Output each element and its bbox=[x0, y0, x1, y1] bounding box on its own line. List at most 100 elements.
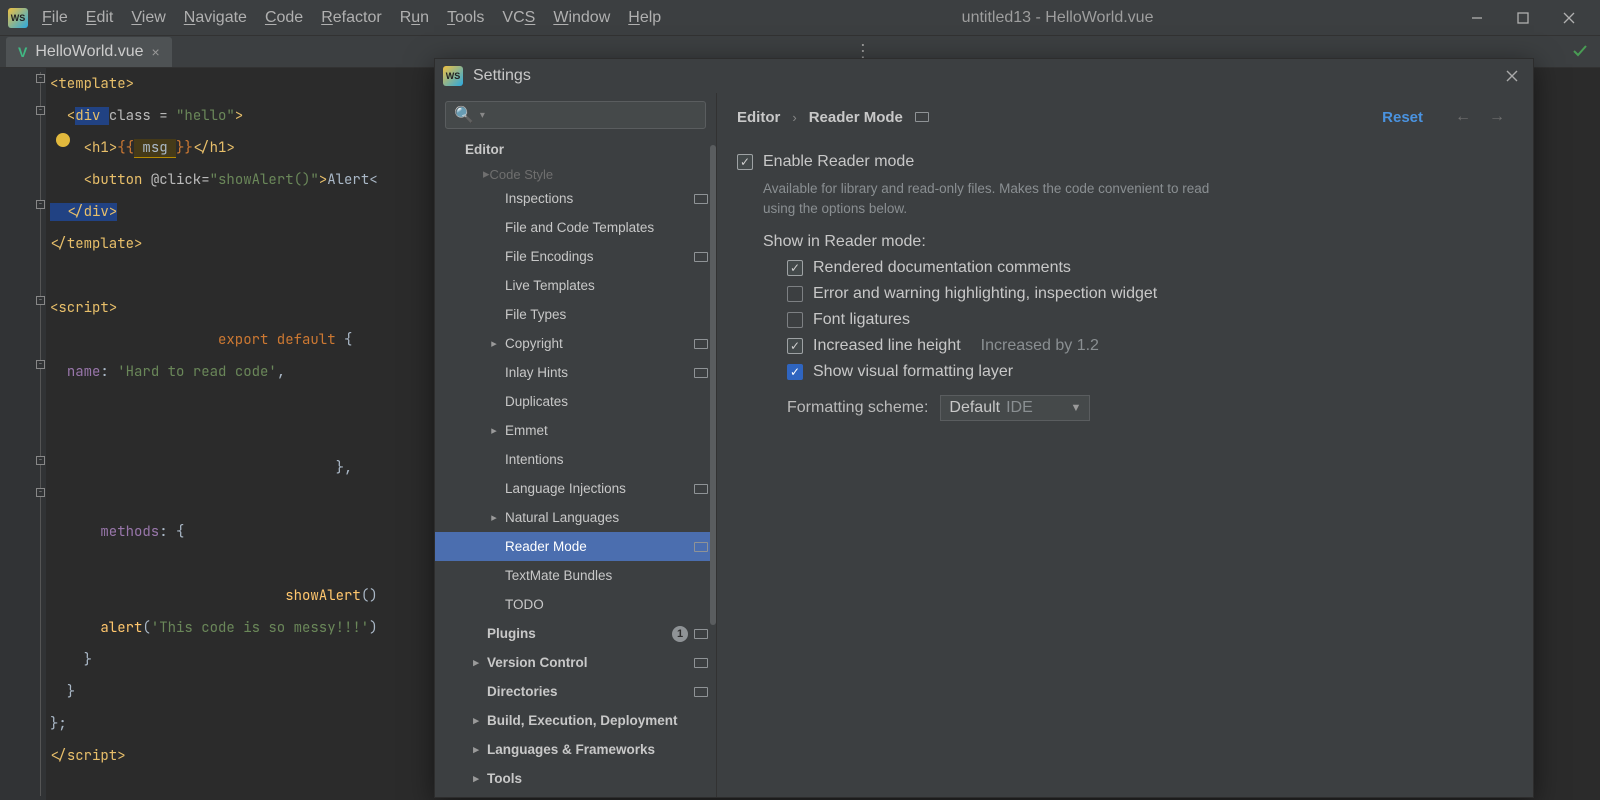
inspection-status[interactable] bbox=[1560, 35, 1600, 67]
tree-item[interactable]: ▸Copyright bbox=[435, 329, 716, 358]
editor-gutter: − − − − − − − bbox=[0, 68, 46, 800]
tree-category[interactable]: ▸Tools bbox=[435, 764, 716, 793]
tree-item[interactable]: File and Code Templates bbox=[435, 213, 716, 242]
rendered-comments-checkbox[interactable] bbox=[787, 260, 803, 276]
tree-category[interactable]: ▸Version Control bbox=[435, 648, 716, 677]
menu-edit[interactable]: Edit bbox=[86, 9, 114, 27]
tree-scrollbar[interactable] bbox=[708, 135, 716, 797]
tree-item[interactable]: File Types bbox=[435, 300, 716, 329]
tree-item[interactable]: Inlay Hints bbox=[435, 358, 716, 387]
enable-reader-mode-checkbox[interactable] bbox=[737, 154, 753, 170]
settings-titlebar: WS Settings bbox=[435, 59, 1533, 93]
close-button[interactable] bbox=[1546, 0, 1592, 36]
reset-button[interactable]: Reset bbox=[1382, 109, 1423, 126]
menu-code[interactable]: Code bbox=[265, 9, 303, 27]
window-controls bbox=[1454, 0, 1592, 36]
breadcrumb-leaf: Reader Mode bbox=[809, 109, 903, 126]
menu-window[interactable]: Window bbox=[553, 9, 610, 27]
scheme-value: Default bbox=[949, 399, 1000, 417]
scope-badge-icon bbox=[694, 339, 708, 349]
menu-view[interactable]: View bbox=[131, 9, 165, 27]
fold-toggle[interactable]: − bbox=[36, 106, 45, 115]
menu-navigate[interactable]: Navigate bbox=[184, 9, 247, 27]
tree-item-label: Build, Execution, Deployment bbox=[487, 713, 708, 728]
tree-category[interactable]: Plugins1 bbox=[435, 619, 716, 648]
fold-toggle[interactable]: − bbox=[36, 456, 45, 465]
menu-tools[interactable]: Tools bbox=[447, 9, 484, 27]
window-title: untitled13 - HelloWorld.vue bbox=[661, 9, 1454, 27]
settings-tree[interactable]: Editor ▸Code Style InspectionsFile and C… bbox=[435, 135, 716, 797]
settings-search-input[interactable]: 🔍 ▾ bbox=[445, 101, 706, 129]
tree-item[interactable]: TextMate Bundles bbox=[435, 561, 716, 590]
tree-item[interactable]: TODO bbox=[435, 590, 716, 619]
fold-toggle[interactable]: − bbox=[36, 360, 45, 369]
tree-item[interactable]: ▸Emmet bbox=[435, 416, 716, 445]
fold-toggle[interactable]: − bbox=[36, 488, 45, 497]
scheme-select[interactable]: Default IDE ▼ bbox=[940, 395, 1090, 421]
tree-item[interactable]: Reader Mode bbox=[435, 532, 716, 561]
visual-formatting-checkbox[interactable] bbox=[787, 364, 803, 380]
settings-content-panel: Editor › Reader Mode Reset ← → Enable Re… bbox=[717, 93, 1533, 797]
fold-toggle[interactable]: − bbox=[36, 200, 45, 209]
tree-item[interactable]: Inspections bbox=[435, 184, 716, 213]
tree-item[interactable]: Intentions bbox=[435, 445, 716, 474]
settings-close-button[interactable] bbox=[1499, 63, 1525, 89]
menu-file[interactable]: File bbox=[42, 9, 68, 27]
tree-item[interactable]: File Encodings bbox=[435, 242, 716, 271]
enable-reader-mode-row: Enable Reader mode bbox=[737, 153, 1505, 171]
tree-item-label: Inspections bbox=[505, 191, 694, 206]
file-tab[interactable]: V HelloWorld.vue × bbox=[6, 37, 172, 67]
tree-item-label: Reader Mode bbox=[505, 539, 694, 554]
visual-formatting-label: Show visual formatting layer bbox=[813, 363, 1013, 381]
show-in-reader-label: Show in Reader mode: bbox=[763, 233, 1505, 251]
breadcrumb-root[interactable]: Editor bbox=[737, 109, 780, 126]
tree-item-label: Duplicates bbox=[505, 394, 708, 409]
maximize-button[interactable] bbox=[1500, 0, 1546, 36]
menu-refactor[interactable]: Refactor bbox=[321, 9, 381, 27]
tree-item-label: Version Control bbox=[487, 655, 694, 670]
tree-item-label: Inlay Hints bbox=[505, 365, 694, 380]
close-icon bbox=[1506, 70, 1518, 82]
menu-help[interactable]: Help bbox=[628, 9, 661, 27]
scope-badge-icon bbox=[694, 687, 708, 697]
menu-vcs[interactable]: VCS bbox=[502, 9, 535, 27]
checkmark-icon bbox=[1572, 43, 1588, 59]
chevron-right-icon: ▸ bbox=[483, 337, 505, 350]
tree-category-editor[interactable]: Editor bbox=[435, 135, 716, 164]
forward-arrow-icon[interactable]: → bbox=[1489, 108, 1505, 126]
chevron-right-icon: ▸ bbox=[465, 656, 487, 669]
tree-item[interactable]: Live Templates bbox=[435, 271, 716, 300]
enable-reader-mode-label: Enable Reader mode bbox=[763, 153, 914, 171]
scope-badge-icon bbox=[694, 629, 708, 639]
chevron-right-icon: ▸ bbox=[465, 714, 487, 727]
count-badge: 1 bbox=[672, 626, 688, 642]
tab-close-icon[interactable]: × bbox=[152, 44, 160, 60]
back-arrow-icon[interactable]: ← bbox=[1455, 108, 1471, 126]
menu-run[interactable]: Run bbox=[400, 9, 429, 27]
search-icon: 🔍 bbox=[454, 105, 474, 125]
tree-item-label: Live Templates bbox=[505, 278, 708, 293]
fold-toggle[interactable]: − bbox=[36, 74, 45, 83]
tree-item[interactable]: Duplicates bbox=[435, 387, 716, 416]
tree-item-label: TODO bbox=[505, 597, 708, 612]
scope-badge-icon bbox=[694, 658, 708, 668]
lineheight-checkbox[interactable] bbox=[787, 338, 803, 354]
chevron-right-icon: › bbox=[792, 110, 796, 125]
fold-toggle[interactable]: − bbox=[36, 296, 45, 305]
tree-item-label: File Encodings bbox=[505, 249, 694, 264]
tree-item-label: Directories bbox=[487, 684, 694, 699]
tree-category[interactable]: ▸Build, Execution, Deployment bbox=[435, 706, 716, 735]
tree-category[interactable]: ▸Languages & Frameworks bbox=[435, 735, 716, 764]
chevron-right-icon: ▸ bbox=[483, 424, 505, 437]
ligatures-checkbox[interactable] bbox=[787, 312, 803, 328]
lineheight-hint: Increased by 1.2 bbox=[981, 337, 1099, 355]
tree-item-label: TextMate Bundles bbox=[505, 568, 708, 583]
minimize-button[interactable] bbox=[1454, 0, 1500, 36]
tree-item[interactable]: ▸Natural Languages bbox=[435, 503, 716, 532]
ligatures-label: Font ligatures bbox=[813, 311, 910, 329]
tree-item[interactable]: Language Injections bbox=[435, 474, 716, 503]
scope-badge-icon bbox=[694, 484, 708, 494]
tree-item-label: Plugins bbox=[487, 626, 672, 641]
tree-category[interactable]: Directories bbox=[435, 677, 716, 706]
errors-checkbox[interactable] bbox=[787, 286, 803, 302]
